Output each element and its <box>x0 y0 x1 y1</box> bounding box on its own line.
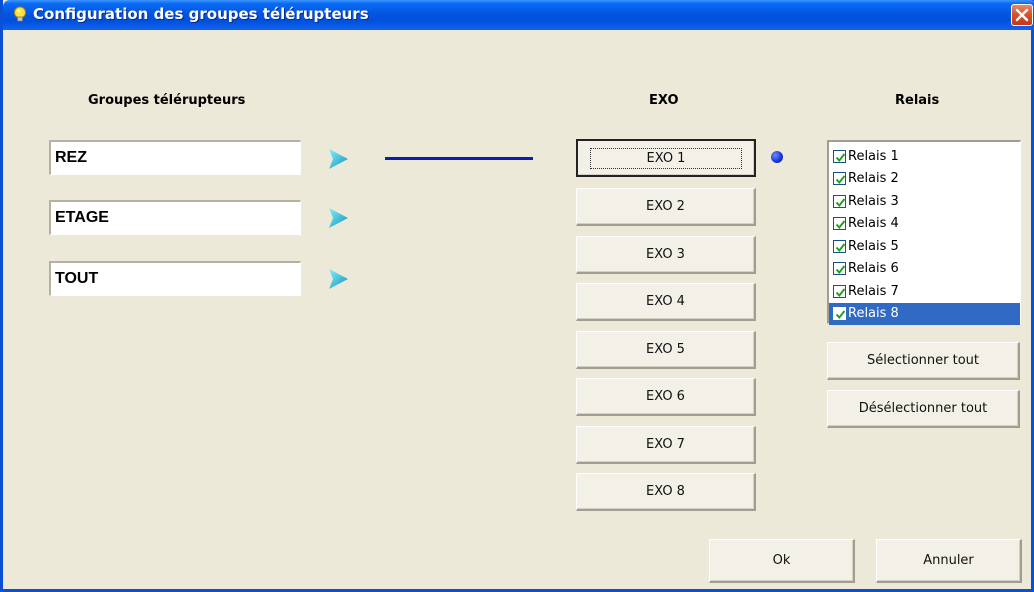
relais-label: Relais 7 <box>848 283 899 299</box>
exo-button-8[interactable]: EXO 8 <box>576 473 756 511</box>
exo-button-3[interactable]: EXO 3 <box>576 236 756 274</box>
checkbox-checked[interactable] <box>833 284 846 298</box>
window-title: Configuration des groupes télérupteurs <box>33 5 369 23</box>
group-field-etage[interactable]: ETAGE <box>49 200 301 235</box>
active-exo-indicator <box>771 151 783 163</box>
relais-label: Relais 1 <box>848 148 899 164</box>
dialog-window: Configuration des groupes télérupteurs G… <box>0 0 1034 592</box>
exo-button-2[interactable]: EXO 2 <box>576 188 756 226</box>
close-button[interactable] <box>1011 4 1033 26</box>
checkmark-icon <box>835 288 846 297</box>
ok-button[interactable]: Ok <box>709 539 855 583</box>
relais-label: Relais 2 <box>848 171 899 187</box>
play-arrow-icon[interactable] <box>327 148 349 170</box>
close-icon <box>1015 8 1029 22</box>
relais-label: Relais 4 <box>848 216 899 232</box>
group-exo-connection-line <box>385 157 533 160</box>
checkmark-icon <box>835 243 846 252</box>
checkbox-checked[interactable] <box>833 194 846 208</box>
exo-button-4[interactable]: EXO 4 <box>576 283 756 321</box>
checkbox-checked[interactable] <box>833 217 846 231</box>
checkmark-icon <box>835 265 846 275</box>
checkmark-icon <box>835 153 846 162</box>
relais-item-7[interactable]: Relais 7 <box>829 280 1020 303</box>
checkbox-checked[interactable] <box>833 149 846 163</box>
relais-header: Relais <box>895 93 940 108</box>
group-field-tout[interactable]: TOUT <box>49 261 301 296</box>
title-bar[interactable]: Configuration des groupes télérupteurs <box>3 0 1034 30</box>
cancel-button[interactable]: Annuler <box>876 539 1022 583</box>
select-all-button[interactable]: Sélectionner tout <box>827 342 1020 380</box>
lightbulb-icon <box>14 6 26 22</box>
checkbox-checked[interactable] <box>833 262 846 276</box>
checkbox-checked[interactable] <box>833 172 846 186</box>
exo-button-7[interactable]: EXO 7 <box>576 426 756 464</box>
relais-item-8[interactable]: Relais 8 <box>829 302 1020 325</box>
relais-label: Relais 5 <box>848 238 899 254</box>
relais-item-4[interactable]: Relais 4 <box>829 213 1020 236</box>
groups-header: Groupes télérupteurs <box>88 93 246 108</box>
exo-button-6[interactable]: EXO 6 <box>576 378 756 416</box>
play-arrow-icon[interactable] <box>327 268 349 290</box>
exo-header: EXO <box>649 93 679 108</box>
checkmark-icon <box>835 175 846 185</box>
exo-button-5[interactable]: EXO 5 <box>576 331 756 369</box>
exo-button-label: EXO 1 <box>589 147 743 169</box>
checkmark-icon <box>835 310 846 320</box>
relais-checklist[interactable]: Relais 1 Relais 2 Relais 3 Relais 4 Rela… <box>827 140 1021 325</box>
checkmark-icon <box>835 220 846 230</box>
checkmark-icon <box>835 198 846 207</box>
relais-item-2[interactable]: Relais 2 <box>829 168 1020 191</box>
group-field-rez[interactable]: REZ <box>49 140 301 175</box>
relais-label: Relais 3 <box>848 193 899 209</box>
relais-item-6[interactable]: Relais 6 <box>829 258 1020 281</box>
exo-button-1[interactable]: EXO 1 <box>576 139 756 177</box>
play-arrow-icon[interactable] <box>327 207 349 229</box>
checkbox-checked[interactable] <box>833 239 846 253</box>
deselect-all-button[interactable]: Désélectionner tout <box>827 390 1020 428</box>
relais-item-1[interactable]: Relais 1 <box>829 145 1020 168</box>
relais-label: Relais 6 <box>848 261 899 277</box>
relais-item-3[interactable]: Relais 3 <box>829 190 1020 213</box>
checkbox-checked[interactable] <box>833 307 846 321</box>
relais-item-5[interactable]: Relais 5 <box>829 235 1020 258</box>
relais-label: Relais 8 <box>848 306 899 322</box>
